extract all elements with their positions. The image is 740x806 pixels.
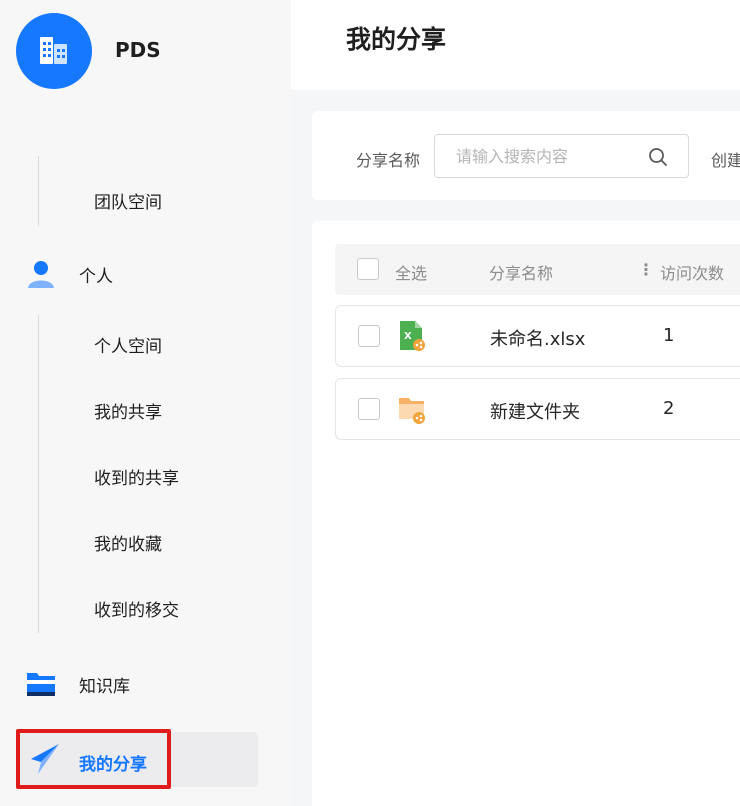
shared-excel-file-icon: X bbox=[400, 321, 425, 351]
created-time-label: 创建 bbox=[711, 151, 740, 170]
column-header-share-name[interactable]: 分享名称 bbox=[489, 260, 553, 284]
search-icon[interactable] bbox=[648, 147, 668, 167]
page-header: 我的分享 bbox=[291, 0, 740, 90]
column-resize-handle[interactable]: ⋮ bbox=[638, 260, 654, 279]
row-visit-count: 2 bbox=[663, 398, 675, 419]
sidebar-item-received-transfers[interactable]: 收到的移交 bbox=[94, 596, 179, 621]
row-share-name[interactable]: 未命名.xlsx bbox=[490, 325, 585, 351]
brand-name: PDS bbox=[115, 38, 161, 62]
column-header-visits[interactable]: 访问次数 bbox=[660, 260, 724, 284]
svg-text:X: X bbox=[404, 331, 412, 342]
search-input[interactable] bbox=[435, 135, 645, 177]
paper-plane-icon bbox=[31, 744, 59, 774]
row-share-name[interactable]: 新建文件夹 bbox=[490, 398, 580, 424]
sidebar-item-received-shares[interactable]: 收到的共享 bbox=[94, 464, 179, 489]
building-icon bbox=[40, 37, 67, 64]
sidebar-item-team-space[interactable]: 团队空间 bbox=[94, 188, 162, 213]
sidebar-item-knowledge-base[interactable]: 知识库 bbox=[0, 664, 291, 704]
table-row[interactable]: 新建文件夹 2 bbox=[335, 378, 740, 440]
table-header: 全选 分享名称 ⋮ 访问次数 bbox=[335, 244, 740, 295]
row-checkbox[interactable] bbox=[358, 325, 380, 347]
table-row[interactable]: X 未命名.xlsx 1 bbox=[335, 305, 740, 367]
app-logo bbox=[16, 13, 92, 89]
user-icon bbox=[28, 261, 54, 288]
tree-line bbox=[38, 315, 39, 633]
sidebar-item-personal-space[interactable]: 个人空间 bbox=[94, 332, 162, 357]
search-box bbox=[434, 134, 689, 178]
select-all-label: 全选 bbox=[395, 264, 428, 283]
page-title: 我的分享 bbox=[346, 25, 447, 54]
sidebar-item-my-shares[interactable]: 我的共享 bbox=[94, 398, 162, 423]
filter-bar: 分享名称 创建 bbox=[312, 111, 740, 200]
sidebar-item-label: 个人 bbox=[79, 266, 113, 287]
shared-folder-icon bbox=[399, 398, 425, 424]
sidebar-item-favorites[interactable]: 我的收藏 bbox=[94, 530, 162, 555]
share-name-label: 分享名称 bbox=[356, 151, 421, 170]
knowledge-folder-icon bbox=[27, 673, 55, 696]
sidebar-item-personal[interactable]: 个人 bbox=[0, 254, 291, 294]
row-checkbox[interactable] bbox=[358, 398, 380, 420]
select-all-checkbox[interactable] bbox=[357, 258, 379, 280]
row-visit-count: 1 bbox=[663, 325, 675, 346]
share-table: 全选 分享名称 ⋮ 访问次数 X 未命名.xlsx 1 新建文件夹 2 bbox=[312, 221, 740, 806]
sidebar-item-label: 知识库 bbox=[79, 676, 130, 697]
tree-line bbox=[38, 156, 39, 226]
sidebar: PDS 团队空间 个人 个人空间 我的共享 收到的共享 我的收藏 收到的移交 知… bbox=[0, 0, 291, 806]
sidebar-item-label: 我的分享 bbox=[79, 755, 147, 775]
